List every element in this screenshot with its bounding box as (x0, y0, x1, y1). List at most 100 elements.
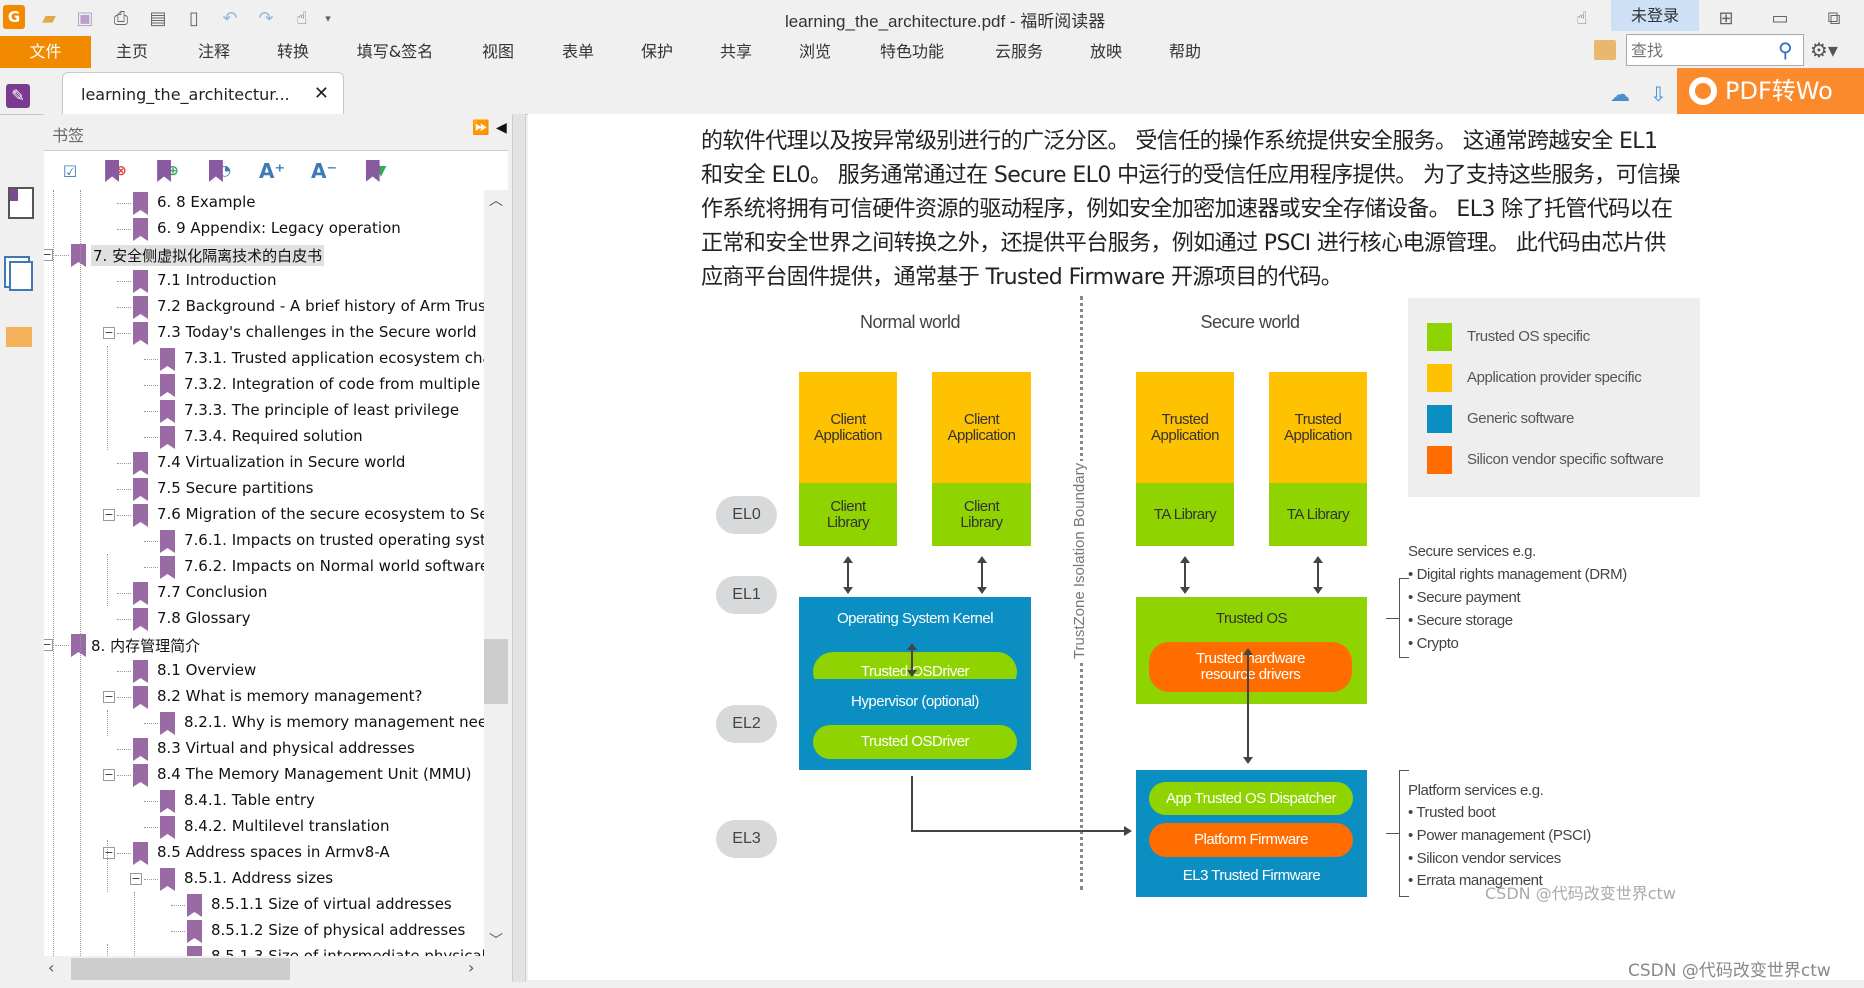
collapse-toggle-icon[interactable]: − (103, 847, 115, 859)
menu-features[interactable]: 特色功能 (880, 36, 944, 68)
menu-slideshow[interactable]: 放映 (1090, 36, 1122, 68)
bookmark-item[interactable]: − 7.3 Today's challenges in the Secure wo… (44, 320, 484, 346)
bookmark-item[interactable]: 7.7 Conclusion (44, 580, 484, 606)
comments-panel-icon[interactable] (6, 327, 32, 347)
bookmark-item[interactable]: 7.3.1. Trusted application ecosystem cha… (44, 346, 484, 372)
collapse-toggle-icon[interactable]: − (103, 769, 115, 781)
bookmark-item[interactable]: 7.6.1. Impacts on trusted operating syst… (44, 528, 484, 554)
pdf-to-word-button[interactable]: PDF转Wo (1677, 68, 1864, 114)
save-icon[interactable]: ▣ (73, 6, 97, 30)
bookmark-item[interactable]: 6. 8 Example (44, 190, 484, 216)
bookmark-item[interactable]: 7.1 Introduction (44, 268, 484, 294)
bookmark-item[interactable]: 7.2 Background - A brief history of Arm … (44, 294, 484, 320)
bookmark-tree: 6. 8 Example 6. 9 Appendix: Legacy operat… (44, 190, 484, 956)
menu-view[interactable]: 视图 (482, 36, 514, 68)
menu-form[interactable]: 表单 (562, 36, 594, 68)
bookmark-item[interactable]: 7.5 Secure partitions (44, 476, 484, 502)
window-icon[interactable]: ▤ (146, 6, 170, 30)
bookmark-item[interactable]: 8.5.1.2 Size of physical addresses (44, 918, 484, 944)
collapse-toggle-icon[interactable]: − (103, 691, 115, 703)
collapse-toggle-icon[interactable]: − (44, 639, 53, 651)
bookmark-item[interactable]: 6. 9 Appendix: Legacy operation (44, 216, 484, 242)
scroll-right-icon[interactable]: › (468, 958, 474, 977)
bookmark-item[interactable]: − 8.2 What is memory management? (44, 684, 484, 710)
menu-convert[interactable]: 转换 (277, 36, 309, 68)
bookmark-item[interactable]: − 8. 内存管理简介 (44, 632, 484, 658)
scroll-thumb[interactable] (484, 639, 508, 704)
menu-cloud[interactable]: 云服务 (995, 36, 1043, 68)
hand-tool-icon[interactable]: ☝ (290, 6, 314, 30)
legend-swatch (1427, 364, 1452, 392)
bookmark-item[interactable]: 8.1 Overview (44, 658, 484, 684)
bookmark-item[interactable]: 7.8 Glossary (44, 606, 484, 632)
bookmark-item[interactable]: 7.3.2. Integration of code from multiple… (44, 372, 484, 398)
bookmark-item[interactable]: 8.4.2. Multilevel translation (44, 814, 484, 840)
expand-bookmark-icon[interactable]: ▼ (362, 157, 390, 185)
bookmark-item[interactable]: − 8.5 Address spaces in Armv8-A (44, 840, 484, 866)
cloud-icon[interactable]: ☁ (1610, 82, 1630, 106)
reader-mode-icon[interactable]: ✎ (6, 84, 30, 108)
layout-icon[interactable]: ⊞ (1714, 6, 1738, 30)
scroll-left-icon[interactable]: ‹ (48, 958, 54, 977)
bookmark-item[interactable]: 8.2.1. Why is memory management need (44, 710, 484, 736)
collapse-toggle-icon[interactable]: − (103, 327, 115, 339)
download-icon[interactable]: ⇩ (1650, 82, 1667, 106)
bookmark-item[interactable]: 7.3.3. The principle of least privilege (44, 398, 484, 424)
bookmark-horizontal-scrollbar[interactable]: ‹ › (44, 956, 484, 982)
tree-connector (117, 203, 131, 204)
menu-comment[interactable]: 注释 (198, 36, 230, 68)
close-tab-icon[interactable]: ✕ (314, 83, 329, 104)
menu-browse[interactable]: 浏览 (799, 36, 831, 68)
menu-share[interactable]: 共享 (720, 36, 752, 68)
bookmark-vertical-scrollbar[interactable]: ︿ ﹀ (484, 190, 508, 956)
bookmark-item[interactable]: 7.4 Virtualization in Secure world (44, 450, 484, 476)
collapse-panel-icon[interactable]: ◀ (496, 120, 507, 136)
restore-icon[interactable]: ⧉ (1822, 6, 1846, 30)
increase-font-icon[interactable]: A⁺ (258, 157, 286, 185)
add-bookmark-icon[interactable]: ⊕ (154, 157, 182, 185)
bookmark-item[interactable]: 8.3 Virtual and physical addresses (44, 736, 484, 762)
touch-mode-icon[interactable]: ☝ (1570, 6, 1594, 30)
menu-protect[interactable]: 保护 (641, 36, 673, 68)
panel-splitter[interactable] (512, 114, 526, 982)
menu-fill-sign[interactable]: 填写&签名 (357, 36, 433, 68)
open-folder-icon[interactable]: ▰ (37, 6, 61, 30)
menu-help[interactable]: 帮助 (1169, 36, 1201, 68)
decrease-font-icon[interactable]: A⁻ (310, 157, 338, 185)
bookmark-item[interactable]: 8.5.1.1 Size of virtual addresses (44, 892, 484, 918)
scroll-down-icon[interactable]: ﹀ (489, 930, 503, 950)
print-icon[interactable]: ⎙ (109, 6, 133, 30)
legend-label: Application provider specific (1467, 369, 1642, 386)
bookmark-item[interactable]: − 8.4 The Memory Management Unit (MMU) (44, 762, 484, 788)
expand-panel-icon[interactable]: ⏩ (472, 120, 489, 136)
go-to-bookmark-icon[interactable]: ◔ (206, 157, 234, 185)
bookmark-panel-icon[interactable] (8, 187, 34, 219)
bookmark-item[interactable]: 7.6.2. Impacts on Normal world software (44, 554, 484, 580)
redo-icon[interactable]: ↷ (254, 6, 278, 30)
bookmark-item[interactable]: − 8.5.1. Address sizes (44, 866, 484, 892)
bookmark-item[interactable]: 8.4.1. Table entry (44, 788, 484, 814)
menu-home[interactable]: 主页 (116, 36, 148, 68)
scroll-thumb-horizontal[interactable] (71, 958, 290, 980)
undo-icon[interactable]: ↶ (218, 6, 242, 30)
bookmark-item[interactable]: − 7. 安全侧虚拟化隔离技术的白皮书 (44, 242, 484, 268)
pages-panel-icon[interactable] (9, 261, 33, 291)
bookmark-options-icon[interactable]: ☑ (56, 157, 84, 185)
scroll-up-icon[interactable]: ︿ (489, 190, 503, 210)
login-button[interactable]: 未登录 (1611, 0, 1699, 31)
bookmark-item[interactable]: 8.5.1.3 Size of intermediate physical a (44, 944, 484, 956)
bookmark-item[interactable]: − 7.6 Migration of the secure ecosystem t… (44, 502, 484, 528)
settings-gear-icon[interactable]: ⚙▾ (1810, 38, 1838, 62)
minimize-icon[interactable]: ▭ (1768, 6, 1792, 30)
collapse-toggle-icon[interactable]: − (130, 873, 142, 885)
tab-document[interactable]: learning_the_architectur... ✕ (62, 72, 344, 116)
collapse-toggle-icon[interactable]: − (103, 509, 115, 521)
collapse-toggle-icon[interactable]: − (44, 249, 53, 261)
menu-file[interactable]: 文件 (0, 36, 91, 68)
customize-dropdown-icon[interactable]: ▾ (316, 6, 340, 30)
delete-bookmark-icon[interactable]: ⊗ (102, 157, 130, 185)
find-folder-icon[interactable] (1594, 40, 1616, 60)
bookmark-item[interactable]: 7.3.4. Required solution (44, 424, 484, 450)
search-icon[interactable]: ⚲ (1778, 38, 1793, 62)
new-document-icon[interactable]: ▯ (182, 6, 206, 30)
